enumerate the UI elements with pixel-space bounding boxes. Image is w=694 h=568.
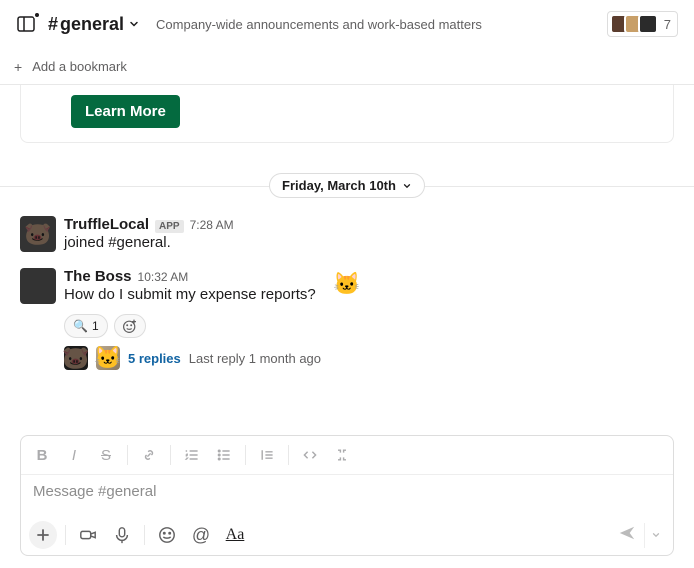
message-text: joined #general.	[64, 234, 674, 251]
avatar	[96, 346, 120, 370]
reaction-count: 1	[92, 319, 99, 333]
app-badge: APP	[155, 220, 184, 233]
date-divider: Friday, March 10th	[0, 173, 694, 198]
ordered-list-button[interactable]	[177, 440, 207, 470]
send-icon	[618, 524, 636, 542]
composer-actions: @ Aa	[21, 515, 673, 555]
message-text: How do I submit my expense reports?	[64, 286, 674, 303]
attachment-card-wrap: Learn More	[0, 85, 694, 143]
audio-button[interactable]	[106, 519, 138, 551]
plus-icon	[29, 521, 57, 549]
italic-button[interactable]: I	[59, 440, 89, 470]
channel-name: general	[60, 14, 124, 35]
emoji-icon	[158, 526, 176, 544]
reaction-emoji: 🔍	[73, 319, 88, 333]
chevron-down-icon	[651, 530, 661, 540]
add-bookmark-label: Add a bookmark	[32, 59, 127, 74]
emoji-button[interactable]	[151, 519, 183, 551]
blockquote-button[interactable]	[252, 440, 282, 470]
bullet-list-icon	[216, 447, 232, 463]
sidebar-toggle-icon[interactable]	[16, 14, 36, 34]
send-options-button[interactable]	[644, 523, 667, 548]
link-button[interactable]	[134, 440, 164, 470]
add-reaction-icon	[122, 318, 138, 334]
format-toolbar: B I S	[21, 436, 673, 475]
channel-header: # general Company-wide announcements and…	[0, 0, 694, 49]
sender-name[interactable]: TruffleLocal	[64, 216, 149, 233]
date-pill-button[interactable]: Friday, March 10th	[269, 173, 425, 198]
timestamp[interactable]: 10:32 AM	[138, 270, 189, 284]
blockquote-icon	[259, 447, 275, 463]
avatar[interactable]	[20, 268, 56, 304]
avatar	[64, 346, 88, 370]
replies-link[interactable]: 5 replies	[128, 351, 181, 366]
link-icon	[141, 447, 157, 463]
channel-topic[interactable]: Company-wide announcements and work-base…	[156, 17, 482, 32]
bold-button[interactable]: B	[27, 440, 57, 470]
message-input[interactable]: Message #general	[21, 475, 673, 515]
attach-button[interactable]	[27, 519, 59, 551]
send-button[interactable]	[610, 520, 644, 550]
code-icon	[302, 447, 318, 463]
codeblock-button[interactable]	[327, 440, 357, 470]
message: The Boss 10:32 AM How do I submit my exp…	[0, 264, 694, 308]
strikethrough-button[interactable]: S	[91, 440, 121, 470]
composer: B I S Message	[20, 435, 674, 556]
format-toggle-button[interactable]: Aa	[219, 519, 251, 551]
reactions: 🔍 1	[64, 314, 694, 338]
channel-name-button[interactable]: # general	[48, 14, 140, 35]
bookmark-bar[interactable]: + Add a bookmark	[0, 49, 694, 85]
timestamp[interactable]: 7:28 AM	[190, 218, 234, 232]
reaction-pill[interactable]: 🔍 1	[64, 314, 108, 338]
microphone-icon	[113, 526, 131, 544]
avatar[interactable]	[20, 216, 56, 252]
sender-name[interactable]: The Boss	[64, 268, 132, 285]
attachment-card: Learn More	[20, 85, 674, 143]
last-reply-text: Last reply 1 month ago	[189, 351, 321, 366]
video-icon	[79, 526, 97, 544]
hash-icon: #	[48, 14, 58, 35]
member-count: 7	[664, 17, 671, 32]
bullet-list-button[interactable]	[209, 440, 239, 470]
learn-more-button[interactable]: Learn More	[71, 95, 180, 128]
avatar	[638, 14, 658, 34]
ordered-list-icon	[184, 447, 200, 463]
date-label: Friday, March 10th	[282, 178, 396, 193]
message: TruffleLocal APP 7:28 AM joined #general…	[0, 212, 694, 256]
plus-icon: +	[14, 59, 22, 75]
chevron-down-icon	[128, 18, 140, 30]
thread-summary[interactable]: 5 replies Last reply 1 month ago	[64, 346, 694, 370]
chevron-down-icon	[402, 181, 412, 191]
video-button[interactable]	[72, 519, 104, 551]
code-button[interactable]	[295, 440, 325, 470]
members-button[interactable]: 7	[607, 11, 678, 37]
mention-button[interactable]: @	[185, 519, 217, 551]
at-icon: @	[192, 525, 210, 546]
add-reaction-button[interactable]	[114, 314, 146, 338]
format-icon: Aa	[226, 526, 245, 544]
codeblock-icon	[334, 447, 350, 463]
